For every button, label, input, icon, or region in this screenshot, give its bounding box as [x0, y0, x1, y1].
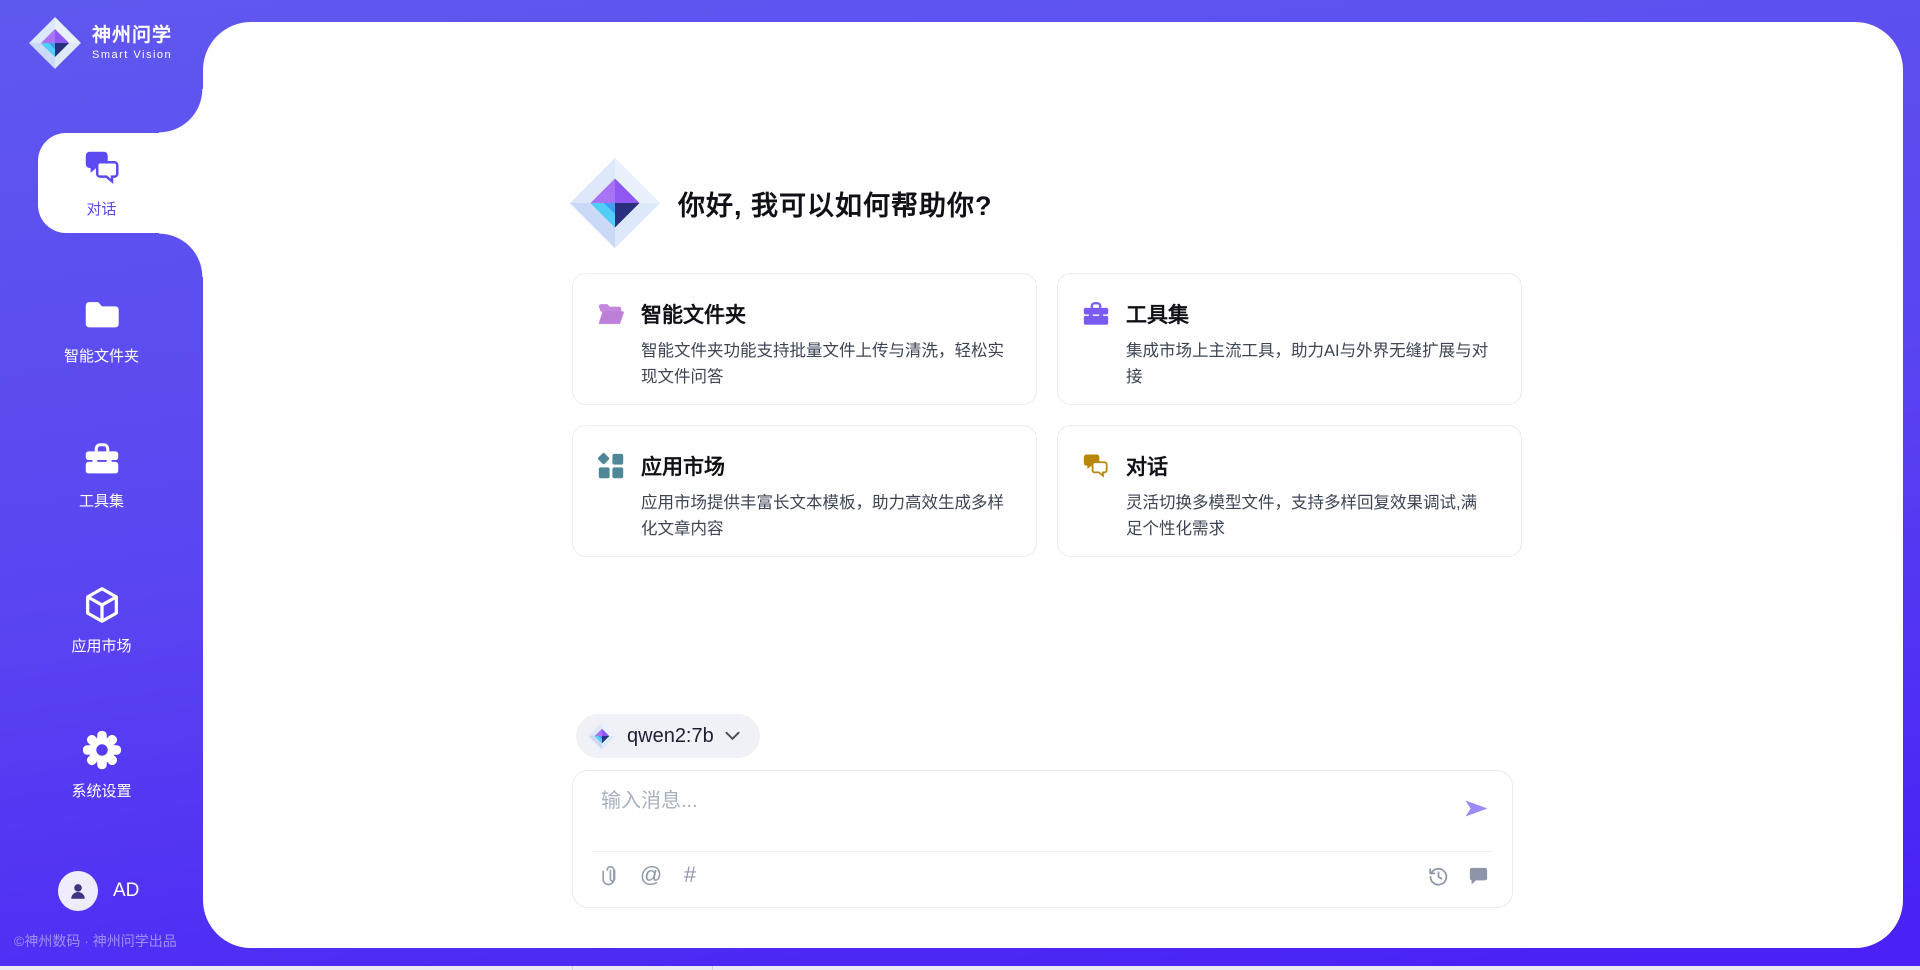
message-composer: @ #	[572, 770, 1513, 908]
card-app-market[interactable]: 应用市场 应用市场提供丰富长文本模板，助力高效生成多样化文章内容	[572, 425, 1037, 557]
assistant-logo-icon	[568, 156, 662, 250]
sidebar-item-chat[interactable]: 对话	[0, 133, 203, 233]
app-root: 神州问学 Smart Vision 对话 智能文件夹	[0, 0, 1920, 970]
sidebar-item-label: 应用市场	[71, 635, 131, 656]
quick-phrase-icon[interactable]	[1467, 865, 1490, 888]
card-title: 智能文件夹	[641, 299, 746, 329]
sidebar-item-label: 智能文件夹	[64, 345, 139, 366]
composer-right-tools	[1427, 865, 1490, 888]
greeting: 你好, 我可以如何帮助你?	[568, 156, 993, 250]
model-logo-icon	[588, 722, 616, 750]
hash-button[interactable]: #	[678, 863, 702, 887]
sidebar-item-toolset[interactable]: 工具集	[0, 425, 203, 525]
avatar	[58, 871, 98, 911]
sidebar-item-label: 工具集	[79, 490, 124, 511]
toolbox-icon	[81, 439, 123, 481]
card-description: 应用市场提供丰富长文本模板，助力高效生成多样化文章内容	[641, 490, 1014, 542]
card-title: 应用市场	[641, 451, 725, 481]
brand-logo-icon	[28, 16, 82, 70]
briefcase-icon	[1081, 299, 1111, 329]
user-account[interactable]: AD	[58, 871, 139, 911]
attachment-button[interactable]	[600, 863, 624, 887]
sidebar-item-settings[interactable]: 系统设置	[0, 715, 203, 815]
composer-divider	[593, 851, 1492, 852]
model-selector[interactable]: qwen2:7b	[576, 714, 760, 758]
chat-gold-icon	[1081, 451, 1111, 481]
brand-name: 神州问学	[92, 25, 172, 47]
model-name: qwen2:7b	[627, 725, 714, 748]
composer-tools: @ #	[600, 863, 702, 887]
app-grid-icon	[596, 451, 626, 481]
sidebar: 神州问学 Smart Vision 对话 智能文件夹	[0, 0, 203, 970]
copyright-text: ©神州数码 · 神州问学出品	[14, 931, 177, 951]
card-description: 集成市场上主流工具，助力AI与外界无缝扩展与对接	[1126, 338, 1499, 390]
card-title: 工具集	[1126, 299, 1189, 329]
chevron-down-icon	[725, 731, 740, 741]
message-input[interactable]	[601, 783, 1441, 819]
history-icon[interactable]	[1427, 865, 1450, 888]
send-icon[interactable]	[1463, 795, 1490, 822]
paperclip-icon	[600, 863, 624, 887]
folder-open-icon	[596, 299, 626, 329]
hash-icon: #	[684, 862, 696, 888]
card-smart-folder[interactable]: 智能文件夹 智能文件夹功能支持批量文件上传与清洗，轻松实现文件问答	[572, 273, 1037, 405]
card-title: 对话	[1126, 451, 1168, 481]
sidebar-item-label: 对话	[86, 198, 116, 219]
card-description: 智能文件夹功能支持批量文件上传与清洗，轻松实现文件问答	[641, 338, 1014, 390]
user-name: AD	[113, 880, 139, 902]
card-toolset[interactable]: 工具集 集成市场上主流工具，助力AI与外界无缝扩展与对接	[1057, 273, 1522, 405]
feature-cards: 智能文件夹 智能文件夹功能支持批量文件上传与清洗，轻松实现文件问答 工具集 集成…	[572, 273, 1522, 557]
bottom-strip	[0, 966, 1920, 970]
sidebar-item-label: 系统设置	[71, 780, 131, 801]
sidebar-item-folders[interactable]: 智能文件夹	[0, 280, 203, 380]
chat-icon	[81, 147, 123, 189]
brand: 神州问学 Smart Vision	[28, 16, 172, 70]
person-icon	[67, 880, 89, 902]
brand-subtitle: Smart Vision	[92, 49, 172, 61]
folder-icon	[81, 294, 123, 336]
card-chat[interactable]: 对话 灵活切换多模型文件，支持多样回复效果调试,满足个性化需求	[1057, 425, 1522, 557]
sidebar-item-appmarket[interactable]: 应用市场	[0, 570, 203, 670]
gear-icon	[81, 729, 123, 771]
cube-icon	[81, 584, 123, 626]
mention-button[interactable]: @	[639, 863, 663, 887]
greeting-title: 你好, 我可以如何帮助你?	[678, 184, 993, 223]
card-description: 灵活切换多模型文件，支持多样回复效果调试,满足个性化需求	[1126, 490, 1499, 542]
at-icon: @	[640, 862, 662, 888]
